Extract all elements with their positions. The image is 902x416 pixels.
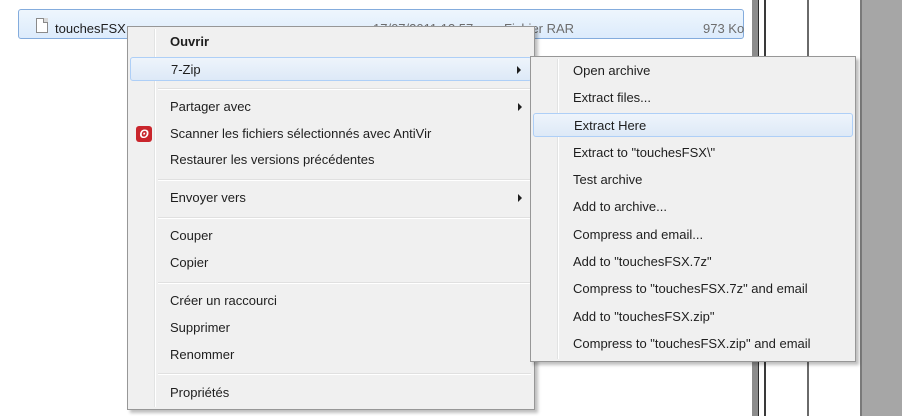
scrollbar-edge bbox=[860, 0, 862, 416]
submenu-item-extract-here[interactable]: Extract Here bbox=[533, 113, 853, 137]
menu-item-label: Add to "touchesFSX.7z" bbox=[573, 254, 712, 269]
menu-item-label: Copier bbox=[170, 255, 209, 270]
menu-item-label: Créer un raccourci bbox=[170, 293, 277, 308]
menu-item-properties[interactable]: Propriétés bbox=[130, 381, 532, 405]
menu-item-share-with[interactable]: Partager avec bbox=[130, 95, 532, 119]
menu-item-send-to[interactable]: Envoyer vers bbox=[130, 186, 532, 210]
menu-item-7zip[interactable]: 7-Zip bbox=[130, 57, 532, 81]
menu-separator bbox=[158, 217, 531, 219]
menu-item-label: 7-Zip bbox=[171, 62, 201, 77]
context-menu: Ouvrir 7-Zip Partager avec ʘ Scanner les… bbox=[127, 26, 535, 410]
menu-item-label: Extract Here bbox=[574, 118, 647, 133]
menu-item-label: Partager avec bbox=[170, 99, 251, 114]
chevron-right-icon bbox=[517, 66, 521, 74]
menu-item-label: Add to archive... bbox=[573, 199, 667, 214]
antivir-icon: ʘ bbox=[136, 126, 152, 142]
menu-item-label: Compress to "touchesFSX.zip" and email bbox=[573, 336, 811, 351]
file-size: 973 Ko bbox=[703, 21, 745, 36]
menu-item-scan-antivir[interactable]: ʘ Scanner les fichiers sélectionnés avec… bbox=[130, 122, 532, 146]
menu-separator bbox=[158, 282, 531, 284]
file-name: touchesFSX bbox=[55, 21, 126, 36]
7zip-submenu: Open archive Extract files... Extract He… bbox=[530, 56, 856, 362]
submenu-item-add-to-7z[interactable]: Add to "touchesFSX.7z" bbox=[533, 250, 853, 274]
menu-item-create-shortcut[interactable]: Créer un raccourci bbox=[130, 289, 532, 313]
menu-item-label: Open archive bbox=[573, 63, 651, 78]
submenu-item-compress-7z-email[interactable]: Compress to "touchesFSX.7z" and email bbox=[533, 277, 853, 301]
menu-item-rename[interactable]: Renommer bbox=[130, 343, 532, 367]
menu-separator bbox=[158, 373, 531, 375]
menu-item-label: Propriétés bbox=[170, 385, 230, 400]
submenu-item-open-archive[interactable]: Open archive bbox=[533, 59, 853, 83]
submenu-item-test-archive[interactable]: Test archive bbox=[533, 168, 853, 192]
scrollbar-track[interactable] bbox=[860, 0, 902, 416]
menu-item-label: Scanner les fichiers sélectionnés avec A… bbox=[170, 126, 432, 141]
submenu-item-extract-files[interactable]: Extract files... bbox=[533, 86, 853, 110]
menu-item-label: Add to "touchesFSX.zip" bbox=[573, 309, 715, 324]
submenu-item-extract-to[interactable]: Extract to "touchesFSX\" bbox=[533, 141, 853, 165]
menu-item-restore-versions[interactable]: Restaurer les versions précédentes bbox=[130, 148, 532, 172]
menu-item-label: Envoyer vers bbox=[170, 190, 246, 205]
menu-item-label: Couper bbox=[170, 228, 213, 243]
menu-item-cut[interactable]: Couper bbox=[130, 224, 532, 248]
menu-item-open[interactable]: Ouvrir bbox=[130, 30, 532, 54]
menu-separator bbox=[158, 179, 531, 181]
chevron-right-icon bbox=[518, 103, 522, 111]
menu-item-delete[interactable]: Supprimer bbox=[130, 316, 532, 340]
menu-item-label: Restaurer les versions précédentes bbox=[170, 152, 375, 167]
menu-item-label: Extract files... bbox=[573, 90, 652, 105]
menu-item-label: Ouvrir bbox=[170, 34, 210, 49]
file-icon bbox=[36, 18, 48, 33]
menu-item-label: Supprimer bbox=[170, 320, 230, 335]
menu-item-label: Compress and email... bbox=[573, 227, 704, 242]
submenu-item-compress-email[interactable]: Compress and email... bbox=[533, 223, 853, 247]
menu-item-label: Renommer bbox=[170, 347, 235, 362]
submenu-item-add-to-archive[interactable]: Add to archive... bbox=[533, 195, 853, 219]
menu-separator bbox=[158, 88, 531, 90]
chevron-right-icon bbox=[518, 194, 522, 202]
menu-item-label: Test archive bbox=[573, 172, 643, 187]
menu-item-copy[interactable]: Copier bbox=[130, 251, 532, 275]
menu-item-label: Extract to "touchesFSX\" bbox=[573, 145, 716, 160]
submenu-item-compress-zip-email[interactable]: Compress to "touchesFSX.zip" and email bbox=[533, 332, 853, 356]
menu-item-label: Compress to "touchesFSX.7z" and email bbox=[573, 281, 808, 296]
submenu-item-add-to-zip[interactable]: Add to "touchesFSX.zip" bbox=[533, 305, 853, 329]
